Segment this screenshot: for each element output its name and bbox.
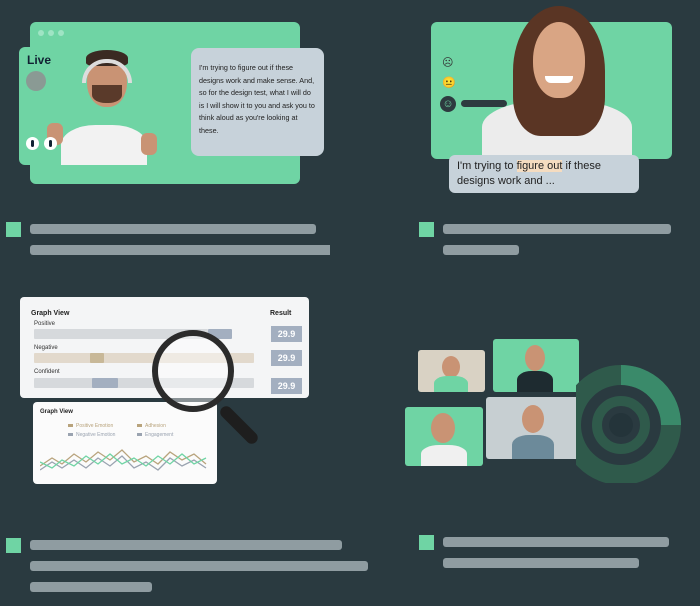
negative-mark (90, 353, 104, 363)
feature-bullet-3 (6, 538, 21, 553)
legend-item: Positive Emotion (68, 423, 113, 429)
magnifier-icon (152, 330, 234, 412)
confident-bar (92, 378, 118, 388)
legend-item: Engagement (137, 432, 173, 438)
magnifier-handle (217, 403, 261, 447)
recording-thumb-1[interactable] (418, 350, 485, 392)
feature-caption-1 (30, 224, 330, 255)
row-label-positive: Positive (34, 321, 56, 327)
neutral-face-icon: 😐 (442, 77, 456, 89)
row-label-confident: Confident (34, 369, 60, 375)
feature-caption-4 (443, 537, 669, 568)
person-smile (545, 76, 573, 83)
call-controls (26, 137, 57, 150)
feature-caption-2 (443, 224, 671, 255)
mic-icon[interactable] (26, 137, 39, 150)
confident-value: 29.9 (271, 378, 302, 394)
negative-value: 29.9 (271, 350, 302, 366)
row-label-negative: Negative (34, 345, 58, 351)
live-label: Live (27, 53, 52, 67)
feature-bullet-1 (6, 222, 21, 237)
mute-icon[interactable] (44, 137, 57, 150)
result-header: Result (270, 310, 292, 317)
feature-caption-3 (30, 540, 368, 592)
caption-bubble: I'm trying to figure out if these design… (449, 155, 639, 193)
trend-lines (40, 449, 207, 471)
person-face (533, 22, 585, 98)
happy-face-icon: ☺ (440, 96, 456, 112)
graph-view-title: Graph View (31, 310, 70, 317)
transcript-bubble: I'm trying to figure out if these design… (191, 48, 324, 156)
aggregate-chart (576, 365, 681, 483)
window-controls (38, 30, 64, 36)
recording-thumb-4[interactable] (486, 397, 580, 459)
positive-value: 29.9 (271, 326, 302, 342)
legend-item: Negative Emotion (68, 432, 115, 438)
feature-bullet-2 (419, 222, 434, 237)
emotion-level-bar (461, 100, 507, 107)
feature-bullet-4 (419, 535, 434, 550)
recording-thumb-3[interactable] (405, 407, 483, 466)
record-indicator (26, 71, 46, 91)
legend-item: Adhesion (137, 423, 166, 429)
sad-face-icon: ☹ (442, 57, 454, 69)
trend-chart-title: Graph View (40, 409, 73, 415)
recording-thumb-2[interactable] (493, 339, 579, 392)
